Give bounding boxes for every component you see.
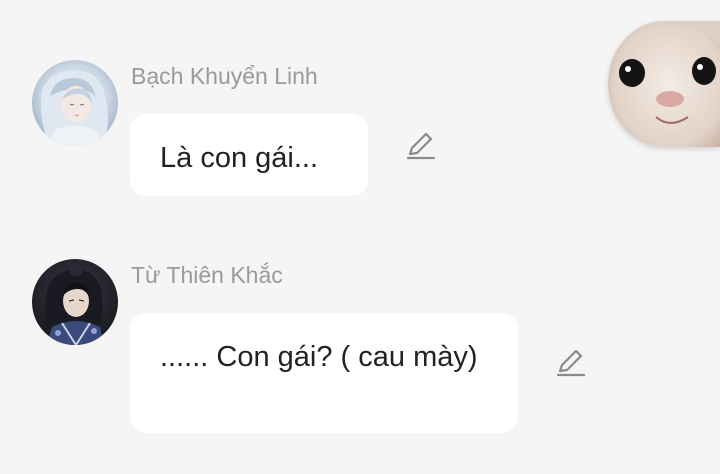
- sender-name: Bạch Khuyển Linh: [131, 63, 318, 89]
- message-bubble: ...... Con gái? ( cau mày): [130, 313, 518, 433]
- message-bubble: Là con gái...: [130, 114, 368, 196]
- sender-avatar-bach-khuyen-linh[interactable]: [32, 60, 118, 146]
- cat-face-avatar: [608, 21, 720, 147]
- sender-name: Từ Thiên Khắc: [131, 262, 283, 288]
- silver-haired-girl-avatar: [32, 60, 118, 146]
- pencil-edit-icon: [556, 349, 586, 377]
- message-text: ...... Con gái? ( cau mày): [160, 341, 478, 373]
- sender-avatar-tu-thien-khac[interactable]: [32, 259, 118, 345]
- dark-robed-man-avatar: [32, 259, 118, 345]
- user-avatar[interactable]: [608, 21, 720, 147]
- edit-message-button[interactable]: [555, 347, 587, 379]
- pencil-edit-icon: [406, 132, 436, 160]
- edit-message-button[interactable]: [405, 130, 437, 162]
- message-text: Là con gái...: [160, 142, 318, 174]
